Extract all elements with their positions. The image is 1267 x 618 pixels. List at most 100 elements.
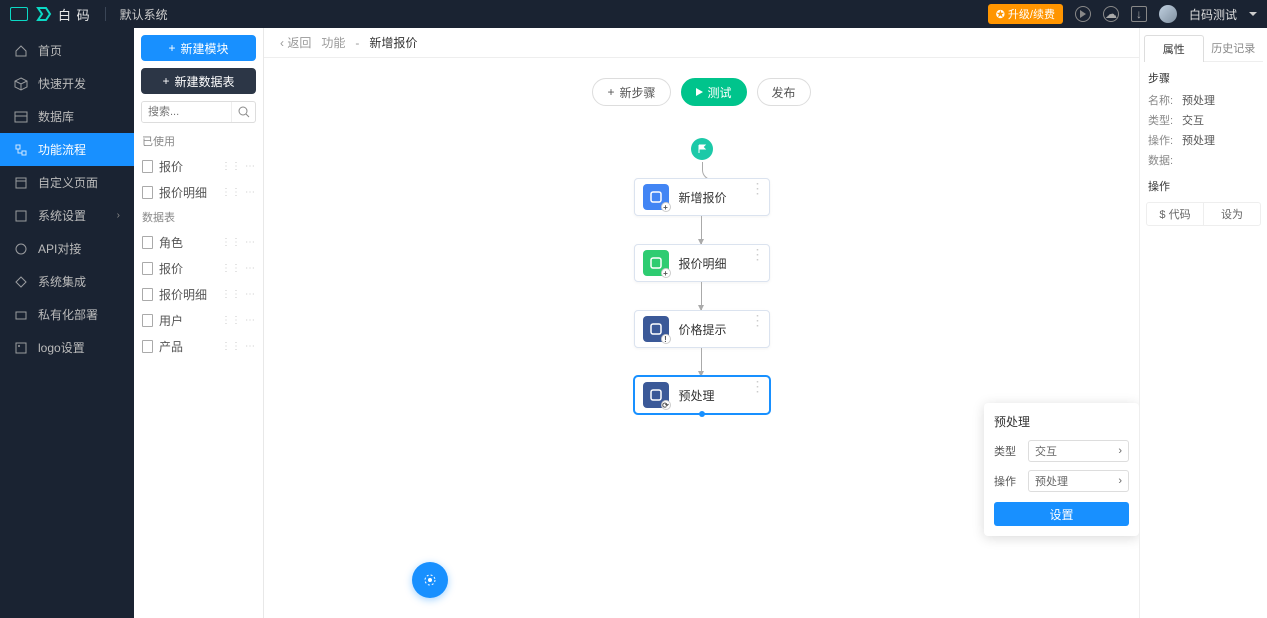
nav-system-settings[interactable]: 系统设置› [0, 199, 134, 232]
nav-api[interactable]: API对接 [0, 232, 134, 265]
node-more-icon[interactable]: ⋮ [751, 185, 765, 191]
more-icon[interactable]: ⋯ [245, 237, 255, 248]
chevron-right-icon: › [117, 210, 120, 221]
search-button[interactable] [231, 102, 255, 122]
sliders-icon[interactable]: ⋮⋮ [221, 289, 241, 300]
flow-connector [701, 216, 702, 244]
sliders-icon[interactable]: ⋮⋮ [221, 187, 241, 198]
system-name[interactable]: 默认系统 [120, 6, 168, 23]
play-icon [696, 88, 703, 96]
node-more-icon[interactable]: ⋮ [751, 251, 765, 257]
more-icon[interactable]: ⋯ [245, 263, 255, 274]
node-more-icon[interactable]: ⋮ [751, 317, 765, 323]
more-icon[interactable]: ⋯ [245, 341, 255, 352]
integration-icon [14, 275, 28, 289]
cube-icon [14, 77, 28, 91]
top-bar: 白 码 默认系统 ✪ 升级/续费 ☁ ↓ 白码测试 [0, 0, 1267, 28]
new-table-button[interactable]: +新建数据表 [141, 68, 256, 94]
more-icon[interactable]: ⋯ [245, 289, 255, 300]
user-menu-caret-icon[interactable] [1249, 12, 1257, 16]
search-icon [238, 106, 250, 118]
module-item[interactable]: 报价明细⋮⋮⋯ [134, 281, 263, 307]
menu-toggle-icon[interactable] [10, 7, 28, 21]
module-item[interactable]: 报价⋮⋮⋯ [134, 153, 263, 179]
lightbulb-icon [421, 571, 439, 589]
breadcrumb: ‹ 返回 功能 - 新增报价 [264, 28, 1139, 58]
module-item[interactable]: 报价⋮⋮⋯ [134, 255, 263, 281]
sliders-icon[interactable]: ⋮⋮ [221, 315, 241, 326]
user-name[interactable]: 白码测试 [1189, 6, 1237, 23]
module-item[interactable]: 产品⋮⋮⋯ [134, 333, 263, 359]
nav-custom-page[interactable]: 自定义页面 [0, 166, 134, 199]
flow-connector [701, 348, 702, 376]
flow-diagram: + 新增报价 ⋮ + 报价明细 ⋮ ! 价格提示 ⋮ ⟳ 预处理 ⋮ [264, 138, 1139, 414]
module-item[interactable]: 用户⋮⋮⋯ [134, 307, 263, 333]
more-icon[interactable]: ⋯ [245, 161, 255, 172]
sliders-icon[interactable]: ⋮⋮ [221, 341, 241, 352]
more-icon[interactable]: ⋯ [245, 187, 255, 198]
tab-history[interactable]: 历史记录 [1204, 34, 1264, 61]
module-item[interactable]: 报价明细⋮⋮⋯ [134, 179, 263, 205]
button-label: 新建数据表 [175, 73, 235, 90]
doc-icon [142, 288, 153, 301]
flow-node[interactable]: + 新增报价 ⋮ [634, 178, 770, 216]
flag-icon [697, 144, 707, 154]
test-button[interactable]: 测试 [681, 78, 747, 106]
property-row: 数据: [1140, 150, 1267, 170]
nav-deploy[interactable]: 私有化部署 [0, 298, 134, 331]
nav-label: 数据库 [38, 108, 74, 125]
sliders-icon[interactable]: ⋮⋮ [221, 161, 241, 172]
nav-label: 自定义页面 [38, 174, 98, 191]
select-value: 预处理 [1035, 473, 1068, 489]
nav-workflow[interactable]: 功能流程 [0, 133, 134, 166]
doc-icon [142, 314, 153, 327]
node-title: 新增报价 [679, 189, 727, 206]
help-fab[interactable] [412, 562, 448, 598]
module-label: 角色 [159, 234, 183, 251]
download-icon[interactable]: ↓ [1131, 6, 1147, 22]
popup-op-select[interactable]: 预处理› [1028, 470, 1129, 492]
nav-quick-dev[interactable]: 快速开发 [0, 67, 134, 100]
new-step-button[interactable]: +新步骤 [592, 78, 670, 106]
tab-attributes[interactable]: 属性 [1144, 35, 1204, 62]
nav-home[interactable]: 首页 [0, 34, 134, 67]
flow-canvas[interactable]: ‹ 返回 功能 - 新增报价 +新步骤 测试 发布 + 新增报价 ⋮ + 报价明… [264, 28, 1139, 618]
more-icon[interactable]: ⋯ [245, 315, 255, 326]
node-more-icon[interactable]: ⋮ [751, 383, 765, 389]
node-badge-icon: ! [661, 334, 671, 344]
crumb-section: 功能 [321, 34, 345, 51]
play-preview-icon[interactable] [1075, 6, 1091, 22]
nav-database[interactable]: 数据库 [0, 100, 134, 133]
cloud-icon[interactable]: ☁ [1103, 6, 1119, 22]
module-item[interactable]: 角色 ⋮⋮ ⋯ [134, 229, 263, 255]
new-module-button[interactable]: +新建模块 [141, 35, 256, 61]
popup-settings-button[interactable]: 设置 [994, 502, 1129, 526]
selection-handle[interactable] [699, 411, 705, 417]
flow-node[interactable]: ⟳ 预处理 ⋮ [634, 376, 770, 414]
flow-start-node[interactable] [691, 138, 713, 160]
nav-logo[interactable]: logo设置 [0, 331, 134, 364]
avatar[interactable] [1159, 5, 1177, 23]
op-set-button[interactable]: 设为 [1204, 203, 1260, 225]
chevron-right-icon: › [1118, 445, 1122, 457]
property-row: 名称:预处理 [1140, 90, 1267, 110]
button-label: 发布 [772, 84, 796, 101]
flow-node[interactable]: ! 价格提示 ⋮ [634, 310, 770, 348]
properties-panel: 属性 历史记录 步骤 名称:预处理类型:交互操作:预处理数据: 操作 $ 代码 … [1139, 28, 1267, 618]
publish-button[interactable]: 发布 [757, 78, 811, 106]
plus-icon: + [168, 41, 175, 55]
node-type-icon: + [643, 250, 669, 276]
nav-integration[interactable]: 系统集成 [0, 265, 134, 298]
canvas-toolbar: +新步骤 测试 发布 [264, 78, 1139, 106]
upgrade-button[interactable]: ✪ 升级/续费 [988, 4, 1063, 24]
sliders-icon[interactable]: ⋮⋮ [221, 263, 241, 274]
sliders-icon[interactable]: ⋮⋮ [221, 237, 241, 248]
popup-type-select[interactable]: 交互› [1028, 440, 1129, 462]
search-input[interactable] [142, 102, 231, 122]
plus-icon: + [607, 85, 614, 99]
back-label: 返回 [287, 36, 311, 50]
back-link[interactable]: ‹ 返回 [280, 34, 311, 51]
crumb-sep: - [355, 36, 359, 50]
flow-node[interactable]: + 报价明细 ⋮ [634, 244, 770, 282]
op-code-button[interactable]: $ 代码 [1147, 203, 1204, 225]
